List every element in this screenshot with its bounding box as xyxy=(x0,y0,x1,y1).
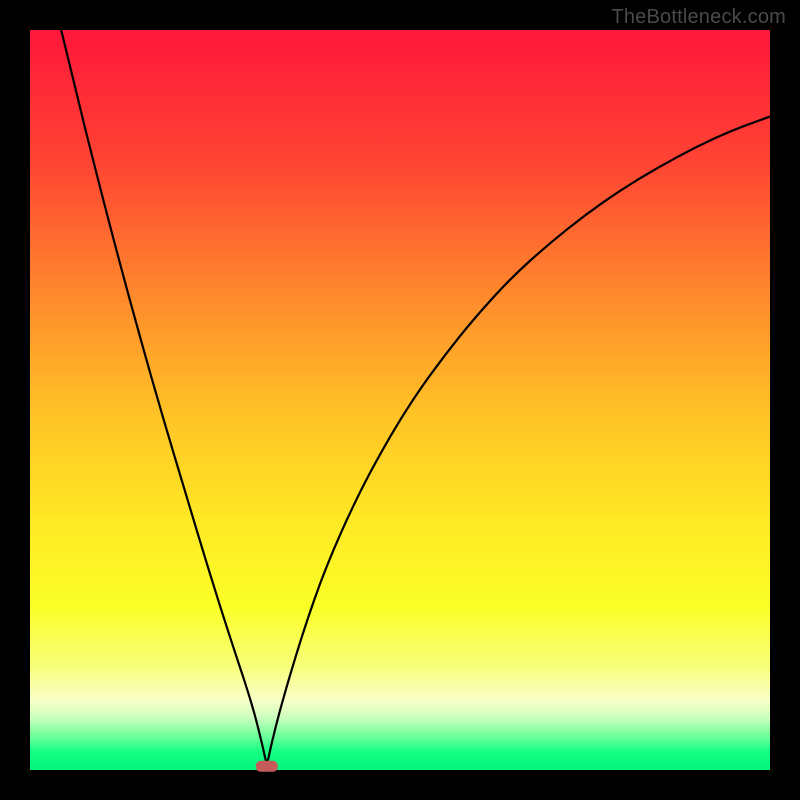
bottleneck-chart xyxy=(0,0,800,800)
plot-background xyxy=(30,30,770,770)
minimum-marker xyxy=(256,761,278,772)
chart-container: TheBottleneck.com xyxy=(0,0,800,800)
watermark: TheBottleneck.com xyxy=(611,6,786,29)
